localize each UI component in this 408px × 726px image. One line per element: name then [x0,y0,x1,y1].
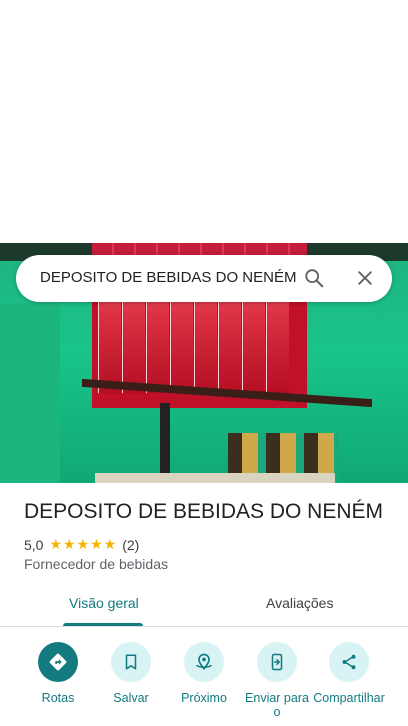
rating-row[interactable]: 5,0 ★★★★★ (2) [24,536,139,553]
search-query[interactable]: DEPOSITO DE BEBIDAS DO NENÉM [40,269,296,286]
place-title: DEPOSITO DE BEBIDAS DO NENÉM [24,500,384,523]
blank-area [0,0,408,243]
photo-wall [0,303,60,483]
clear-search-button[interactable] [350,263,380,293]
review-count: (2) [122,536,140,553]
send-to-phone-icon [271,653,283,671]
nearby-button[interactable]: Próximo [168,642,240,705]
tab-reviews[interactable]: Avaliações [266,595,333,611]
tab-overview[interactable]: Visão geral [69,595,139,611]
share-icon [342,654,356,670]
search-button[interactable] [299,263,329,293]
share-button[interactable]: Compartilhar [313,642,385,705]
directions-icon [49,653,67,671]
photo-bracket [160,403,170,483]
send-label: Enviar para o [245,691,309,719]
photo-floor [95,473,335,483]
directions-label: Rotas [41,691,75,705]
save-circle [111,642,151,682]
photo-box [146,298,169,393]
tab-divider [0,626,408,627]
save-label: Salvar [113,691,149,705]
close-icon [358,271,372,285]
search-icon [305,269,324,288]
photo-box [218,298,241,393]
photo-box [122,298,145,393]
photo-box [242,298,265,393]
bookmark-icon [125,654,137,670]
send-to-phone-button[interactable]: Enviar para o [241,642,313,719]
directions-circle [38,642,78,682]
photo-box [194,298,217,393]
nearby-icon [196,653,212,670]
nearby-circle [184,642,224,682]
send-circle [257,642,297,682]
rating-value: 5,0 [24,536,44,553]
rating-stars: ★★★★★ [49,536,118,552]
share-label: Compartilhar [313,691,385,705]
nearby-label: Próximo [181,691,227,705]
photo-box [98,298,121,393]
place-category[interactable]: Fornecedor de bebidas [24,556,168,572]
share-circle [329,642,369,682]
search-bar[interactable]: DEPOSITO DE BEBIDAS DO NENÉM [16,255,392,302]
save-button[interactable]: Salvar [95,642,167,705]
photo-box [170,298,193,393]
photo-box [266,298,289,393]
directions-button[interactable]: Rotas [22,642,94,705]
